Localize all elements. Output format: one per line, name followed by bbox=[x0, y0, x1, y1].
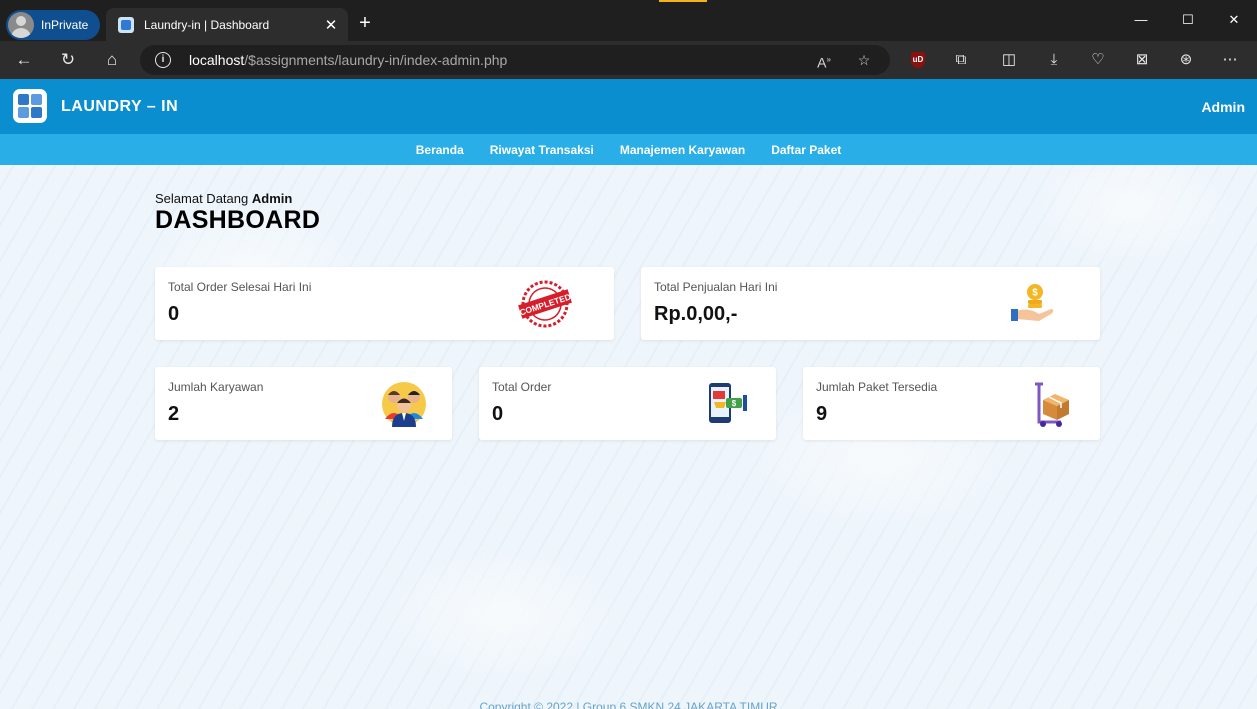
card-label: Jumlah Paket Tersedia bbox=[816, 380, 938, 394]
window-close-icon[interactable]: ✕ bbox=[1211, 8, 1257, 32]
downloads-icon[interactable]: ⤓ bbox=[1043, 50, 1065, 70]
brand-name[interactable]: LAUNDRY – IN bbox=[61, 98, 178, 116]
home-icon[interactable]: ⌂ bbox=[98, 48, 126, 72]
active-tab[interactable]: Laundry-in | Dashboard ✕ bbox=[106, 8, 348, 41]
nav-item-daftar-paket[interactable]: Daftar Paket bbox=[758, 143, 854, 157]
card-value: Rp.0,00,- bbox=[654, 303, 738, 325]
card-label: Total Penjualan Hari Ini bbox=[654, 280, 778, 294]
card-value: 0 bbox=[168, 303, 180, 325]
ublock-icon[interactable]: uD bbox=[911, 52, 925, 68]
footer-copyright: Copyright © 2022 | Group 6 SMKN 24 JAKAR… bbox=[479, 700, 778, 709]
inprivate-label: InPrivate bbox=[41, 18, 89, 32]
url-text[interactable]: localhost/$assignments/laundry-in/index-… bbox=[189, 52, 507, 68]
greeting-prefix: Selamat Datang bbox=[155, 191, 249, 206]
minimize-icon[interactable]: — bbox=[1118, 8, 1164, 32]
money-hand-icon: $ bbox=[1011, 284, 1054, 321]
address-bar[interactable]: i localhost/$assignments/laundry-in/inde… bbox=[140, 45, 890, 75]
svg-text:$: $ bbox=[1032, 288, 1038, 299]
page-title: DASHBOARD bbox=[155, 206, 321, 234]
inprivate-badge[interactable]: InPrivate bbox=[6, 10, 100, 40]
nav-item-beranda[interactable]: Beranda bbox=[403, 143, 477, 157]
card-value: 9 bbox=[816, 403, 828, 425]
tab-close-icon[interactable]: ✕ bbox=[320, 16, 342, 34]
card-label: Total Order Selesai Hari Ini bbox=[168, 280, 312, 294]
greeting: Selamat Datang Admin bbox=[155, 191, 292, 206]
card-jumlah-karyawan: Jumlah Karyawan 2 bbox=[155, 367, 452, 440]
maximize-icon[interactable]: ☐ bbox=[1165, 8, 1211, 32]
back-icon[interactable]: ← bbox=[10, 48, 38, 72]
tab-title: Laundry-in | Dashboard bbox=[144, 17, 270, 32]
greeting-name: Admin bbox=[251, 191, 293, 206]
read-aloud-icon[interactable]: A» bbox=[813, 50, 835, 71]
profile-avatar-icon bbox=[8, 12, 34, 38]
app-header: LAUNDRY – IN Admin bbox=[0, 79, 1257, 134]
user-menu[interactable]: Admin bbox=[1201, 99, 1245, 115]
extensions-icon[interactable]: ⧉ bbox=[950, 50, 972, 70]
more-menu-icon[interactable]: ⋯ bbox=[1219, 50, 1241, 70]
nav-item-riwayat-transaksi[interactable]: Riwayat Transaksi bbox=[477, 143, 607, 157]
url-path: /$assignments/laundry-in/index-admin.php bbox=[244, 52, 508, 68]
browser-toolbar: ← ↻ ⌂ i localhost/$assignments/laundry-i… bbox=[0, 41, 1257, 79]
card-label: Total Order bbox=[492, 380, 552, 394]
card-total-penjualan: Total Penjualan Hari Ini Rp.0,00,- $ bbox=[641, 267, 1100, 340]
new-tab-icon[interactable]: + bbox=[354, 12, 376, 34]
web-page: LAUNDRY – IN Admin Beranda Riwayat Trans… bbox=[0, 79, 1257, 709]
completed-stamp-icon: COMPLETED bbox=[518, 280, 572, 328]
favorite-star-icon[interactable]: ☆ bbox=[853, 50, 875, 70]
svg-text:$: $ bbox=[732, 399, 737, 408]
card-value: 0 bbox=[492, 403, 504, 425]
url-host: localhost bbox=[189, 52, 245, 68]
card-label: Jumlah Karyawan bbox=[168, 380, 264, 394]
card-jumlah-paket: Jumlah Paket Tersedia 9 bbox=[803, 367, 1100, 440]
mobile-shopping-icon: $ bbox=[709, 383, 747, 423]
browser-tab-bar: InPrivate Laundry-in | Dashboard ✕ + — ☐… bbox=[0, 0, 1257, 41]
tab-accent-line bbox=[659, 0, 707, 2]
refresh-icon[interactable]: ↻ bbox=[54, 48, 82, 72]
card-total-order-selesai: Total Order Selesai Hari Ini 0 COMPLETED bbox=[155, 267, 614, 340]
package-trolley-icon bbox=[1035, 382, 1069, 427]
split-screen-icon[interactable]: ◫ bbox=[998, 50, 1020, 70]
main-nav: Beranda Riwayat Transaksi Manajemen Kary… bbox=[0, 134, 1257, 165]
card-value: 2 bbox=[168, 403, 180, 425]
tab-favicon-icon bbox=[118, 16, 134, 33]
nav-item-manajemen-karyawan[interactable]: Manajemen Karyawan bbox=[607, 143, 758, 157]
site-info-icon[interactable]: i bbox=[155, 52, 171, 68]
browser-essentials-icon[interactable]: ♡ bbox=[1087, 50, 1109, 70]
collections-icon[interactable]: ⊛ bbox=[1175, 50, 1197, 70]
app-logo-icon[interactable] bbox=[13, 89, 47, 123]
math-solver-icon[interactable]: ⊠ bbox=[1131, 50, 1153, 70]
employees-icon bbox=[382, 382, 426, 427]
card-total-order: Total Order 0 $ bbox=[479, 367, 776, 440]
